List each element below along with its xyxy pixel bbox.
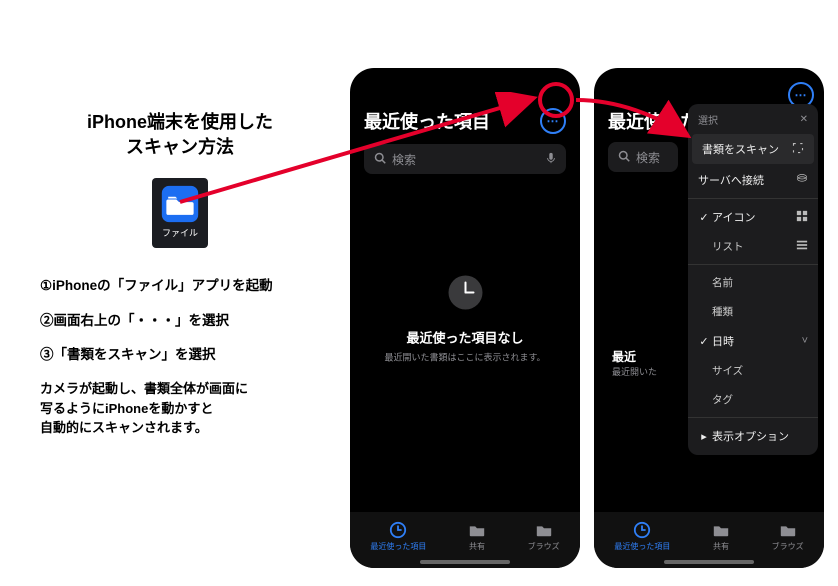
note: カメラが起動し、書類全体が画面に 写るようにiPhoneを動かすと 自動的にスキ… bbox=[40, 379, 320, 438]
empty-title-cut: 最近 bbox=[612, 348, 657, 365]
check-icon: ✓ bbox=[698, 335, 710, 348]
menu-iconview-label: アイコン bbox=[712, 209, 796, 225]
tab-recent[interactable]: 最近使った項目 bbox=[614, 521, 670, 552]
title-line2: スキャン方法 bbox=[126, 137, 234, 157]
menu-display-label: 表示オプション bbox=[712, 428, 808, 444]
menu-item-display-options[interactable]: ▸ 表示オプション bbox=[688, 421, 818, 451]
menu-item-tag[interactable]: タグ bbox=[688, 385, 818, 414]
annotation-circle bbox=[538, 82, 574, 118]
menu-item-size[interactable]: サイズ bbox=[688, 356, 818, 385]
empty-state-cut: 最近 最近開いた bbox=[612, 348, 657, 378]
close-icon[interactable]: ✕ bbox=[800, 114, 808, 125]
phone-screenshot-2: ⋯ 最近使った 検索 最近 最近開いた 選択 ✕ 書類をスキャン サーバへ接続 bbox=[594, 68, 824, 568]
note-l3: 自動的にスキャンされます。 bbox=[40, 420, 208, 435]
note-l1: カメラが起動し、書類全体が画面に bbox=[40, 381, 248, 396]
chevron-down-icon: ˅ bbox=[802, 335, 808, 347]
steps: ①iPhoneの「ファイル」アプリを起動 ②画面右上の「・・・」を選択 ③「書類… bbox=[40, 276, 320, 365]
step-1: ①iPhoneの「ファイル」アプリを起動 bbox=[40, 276, 320, 296]
browse-tab-icon bbox=[778, 521, 798, 539]
search-field[interactable]: 検索 bbox=[608, 142, 678, 172]
folder-tab-icon bbox=[711, 521, 731, 539]
menu-tag-label: タグ bbox=[712, 392, 808, 407]
doc-title: iPhone端末を使用した スキャン方法 bbox=[40, 110, 320, 160]
menu-header-label: 選択 bbox=[698, 112, 718, 127]
empty-sub-cut: 最近開いた bbox=[612, 365, 657, 378]
menu-item-name[interactable]: 名前 bbox=[688, 268, 818, 297]
tab-shared-label: 共有 bbox=[469, 541, 485, 552]
empty-title: 最近使った項目なし bbox=[362, 328, 569, 347]
menu-separator bbox=[688, 198, 818, 199]
tab-browse-label: ブラウズ bbox=[528, 541, 560, 552]
chevron-right-icon: ▸ bbox=[698, 430, 710, 443]
tab-recent-label: 最近使った項目 bbox=[614, 541, 670, 552]
server-icon bbox=[796, 173, 808, 188]
menu-item-list-view[interactable]: リスト bbox=[688, 232, 818, 261]
home-indicator bbox=[420, 560, 510, 564]
mic-icon[interactable] bbox=[546, 152, 556, 167]
tab-browse[interactable]: ブラウズ bbox=[772, 521, 804, 552]
menu-item-icon-view[interactable]: ✓ アイコン bbox=[688, 202, 818, 232]
menu-header: 選択 ✕ bbox=[688, 108, 818, 133]
tab-shared[interactable]: 共有 bbox=[711, 521, 731, 552]
folder-tab-icon bbox=[467, 521, 487, 539]
list-icon bbox=[796, 239, 808, 254]
menu-scan-label: 書類をスキャン bbox=[702, 141, 792, 157]
menu-size-label: サイズ bbox=[712, 363, 808, 378]
home-indicator bbox=[664, 560, 754, 564]
menu-item-server[interactable]: サーバへ接続 bbox=[688, 165, 818, 195]
step-2: ②画面右上の「・・・」を選択 bbox=[40, 311, 320, 331]
empty-sub: 最近開いた書類はここに表示されます。 bbox=[362, 351, 569, 364]
tab-shared[interactable]: 共有 bbox=[467, 521, 487, 552]
check-icon: ✓ bbox=[698, 211, 710, 224]
menu-server-label: サーバへ接続 bbox=[698, 172, 796, 188]
context-menu: 選択 ✕ 書類をスキャン サーバへ接続 ✓ アイコン リスト bbox=[688, 104, 818, 455]
notch bbox=[654, 68, 764, 86]
clock-icon bbox=[445, 273, 485, 313]
tab-recent-label: 最近使った項目 bbox=[370, 541, 426, 552]
phone-screenshot-1: 最近使った項目 ⋯ 検索 最近使った項目なし 最近開いた書類はここに表示されます… bbox=[350, 68, 580, 568]
tab-browse-label: ブラウズ bbox=[772, 541, 804, 552]
step-3: ③「書類をスキャン」を選択 bbox=[40, 345, 320, 365]
menu-separator bbox=[688, 417, 818, 418]
scan-icon bbox=[792, 142, 804, 157]
menu-item-kind[interactable]: 種類 bbox=[688, 297, 818, 326]
tab-browse[interactable]: ブラウズ bbox=[528, 521, 560, 552]
search-field[interactable]: 検索 bbox=[364, 144, 566, 174]
menu-item-scan[interactable]: 書類をスキャン bbox=[692, 134, 814, 164]
files-app-icon: ファイル bbox=[152, 178, 208, 248]
tab-shared-label: 共有 bbox=[713, 541, 729, 552]
screen-title: 最近使った項目 bbox=[364, 108, 490, 134]
browse-tab-icon bbox=[534, 521, 554, 539]
menu-date-label: 日時 bbox=[712, 333, 802, 349]
app-icon-label: ファイル bbox=[162, 226, 198, 239]
clock-tab-icon bbox=[388, 521, 408, 539]
menu-separator bbox=[688, 264, 818, 265]
screen-title-cut: 最近使った bbox=[608, 108, 698, 134]
note-l2: 写るようにiPhoneを動かすと bbox=[40, 401, 213, 416]
tab-recent[interactable]: 最近使った項目 bbox=[370, 521, 426, 552]
empty-state: 最近使った項目なし 最近開いた書類はここに表示されます。 bbox=[362, 273, 569, 364]
folder-icon bbox=[160, 184, 200, 224]
menu-kind-label: 種類 bbox=[712, 304, 808, 319]
search-placeholder: 検索 bbox=[392, 151, 416, 168]
search-placeholder: 検索 bbox=[636, 149, 660, 166]
search-icon bbox=[374, 152, 386, 167]
notch bbox=[410, 68, 520, 86]
search-icon bbox=[618, 150, 630, 165]
grid-icon bbox=[796, 210, 808, 225]
clock-tab-icon bbox=[632, 521, 652, 539]
menu-name-label: 名前 bbox=[712, 275, 808, 290]
title-line1: iPhone端末を使用した bbox=[87, 112, 273, 132]
menu-item-date[interactable]: ✓ 日時 ˅ bbox=[688, 326, 818, 356]
menu-listview-label: リスト bbox=[712, 239, 796, 254]
